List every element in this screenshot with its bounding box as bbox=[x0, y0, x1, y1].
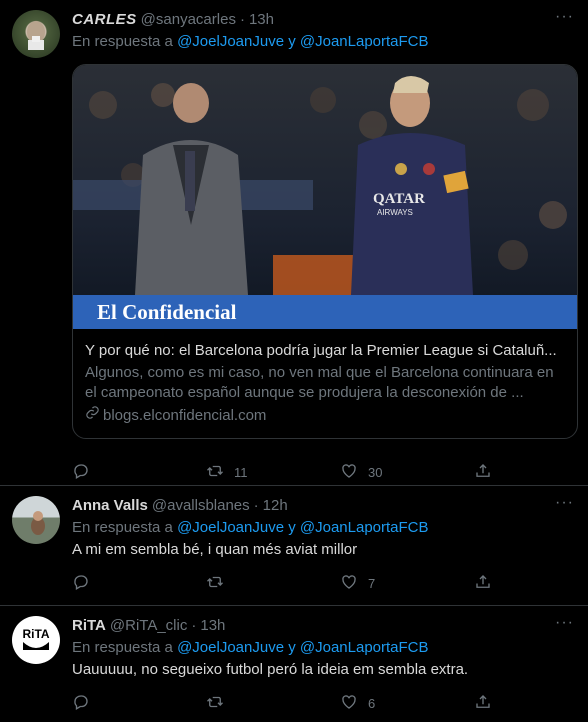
reply-icon bbox=[72, 573, 90, 594]
reply-button[interactable] bbox=[72, 462, 206, 483]
author-name[interactable]: Anna Valls bbox=[72, 496, 148, 516]
svg-text:AIRWAYS: AIRWAYS bbox=[377, 208, 413, 217]
reply-and: y bbox=[288, 519, 296, 536]
separator-dot: · bbox=[253, 497, 259, 514]
card-description: Algunos, como es mi caso, no ven mal que… bbox=[85, 364, 554, 401]
retweet-button[interactable] bbox=[206, 693, 340, 714]
reply-prefix: En respuesta a bbox=[72, 33, 173, 50]
more-icon[interactable]: ··· bbox=[555, 615, 574, 631]
card-title[interactable]: Y por qué no: el Barcelona podría jugar … bbox=[85, 341, 565, 361]
separator-dot: · bbox=[239, 11, 245, 28]
like-count: 7 bbox=[368, 575, 376, 591]
card-url[interactable]: blogs.elconfidencial.com bbox=[85, 405, 565, 426]
author-handle[interactable]: @avallsblanes bbox=[152, 496, 250, 516]
share-button[interactable] bbox=[474, 573, 492, 594]
mention-link[interactable]: @JoelJoanJuve bbox=[177, 519, 284, 536]
retweet-count: 11 bbox=[234, 464, 248, 480]
reply-button[interactable] bbox=[72, 693, 206, 714]
share-icon bbox=[474, 693, 492, 714]
sponsor-text: QATAR bbox=[373, 191, 425, 207]
reply-context: En respuesta a @JoelJoanJuve y @JoanLapo… bbox=[72, 518, 574, 538]
avatar[interactable] bbox=[12, 10, 60, 58]
reply-icon bbox=[72, 693, 90, 714]
reply-context: En respuesta a @JoelJoanJuve y @JoanLapo… bbox=[72, 638, 574, 658]
author-name[interactable]: RiTA bbox=[72, 616, 106, 636]
timestamp[interactable]: 12h bbox=[263, 496, 288, 516]
tweet-text: Uauuuuu, no segueixo futbol peró la idei… bbox=[72, 661, 469, 678]
avatar[interactable] bbox=[12, 496, 60, 544]
mention-link[interactable]: @JoelJoanJuve bbox=[177, 639, 284, 656]
reply-and: y bbox=[288, 639, 296, 656]
author-handle[interactable]: @RiTA_clic bbox=[110, 616, 187, 636]
tweet-text: A mi em sembla bé, i quan més aviat mill… bbox=[72, 541, 358, 558]
like-icon bbox=[340, 462, 358, 483]
reply-and: y bbox=[288, 33, 296, 50]
tweet-actions: 7 bbox=[72, 564, 574, 602]
tweet[interactable]: RiTA RiTA @RiTA_clic · 13h En respuesta … bbox=[0, 606, 588, 722]
mention-link[interactable]: @JoanLaportaFCB bbox=[300, 33, 429, 50]
like-icon bbox=[340, 693, 358, 714]
timestamp[interactable]: 13h bbox=[200, 616, 225, 636]
share-button[interactable] bbox=[474, 462, 492, 483]
reply-prefix: En respuesta a bbox=[72, 639, 173, 656]
card-image[interactable]: QATAR AIRWAYS El Confidencial bbox=[73, 65, 577, 329]
author-handle[interactable]: @sanyacarles bbox=[141, 10, 236, 30]
more-icon[interactable]: ··· bbox=[555, 9, 574, 25]
timestamp[interactable]: 13h bbox=[249, 10, 274, 30]
retweet-button[interactable] bbox=[206, 573, 340, 594]
tweet-actions: 6 bbox=[72, 684, 574, 722]
like-button[interactable]: 30 bbox=[340, 462, 474, 483]
retweet-button[interactable]: 11 bbox=[206, 462, 340, 483]
like-count: 6 bbox=[368, 695, 376, 711]
mention-link[interactable]: @JoelJoanJuve bbox=[177, 33, 284, 50]
like-button[interactable]: 7 bbox=[340, 573, 474, 594]
card-image-caption: El Confidencial bbox=[97, 300, 237, 324]
separator-dot: · bbox=[191, 617, 197, 634]
mention-link[interactable]: @JoanLaportaFCB bbox=[300, 519, 429, 536]
reply-button[interactable] bbox=[72, 573, 206, 594]
like-icon bbox=[340, 573, 358, 594]
tweet[interactable]: Anna Valls @avallsblanes · 12h En respue… bbox=[0, 486, 588, 606]
retweet-icon bbox=[206, 693, 224, 714]
share-icon bbox=[474, 462, 492, 483]
retweet-icon bbox=[206, 462, 224, 483]
reply-icon bbox=[72, 462, 90, 483]
share-button[interactable] bbox=[474, 693, 492, 714]
tweet[interactable]: CARLES @sanyacarles · 13h En respuesta a… bbox=[0, 0, 588, 486]
link-card[interactable]: QATAR AIRWAYS El Confidencial Y por qué … bbox=[72, 64, 578, 439]
mention-link[interactable]: @JoanLaportaFCB bbox=[300, 639, 429, 656]
reply-context: En respuesta a @JoelJoanJuve y @JoanLapo… bbox=[72, 32, 574, 52]
retweet-icon bbox=[206, 573, 224, 594]
like-button[interactable]: 6 bbox=[340, 693, 474, 714]
card-url-text: blogs.elconfidencial.com bbox=[103, 406, 267, 424]
like-count: 30 bbox=[368, 464, 383, 480]
more-icon[interactable]: ··· bbox=[555, 495, 574, 511]
author-name[interactable]: CARLES bbox=[72, 10, 137, 30]
avatar[interactable]: RiTA bbox=[12, 616, 60, 664]
link-icon bbox=[85, 405, 100, 426]
share-icon bbox=[474, 573, 492, 594]
reply-prefix: En respuesta a bbox=[72, 519, 173, 536]
avatar-logo-text: RiTA bbox=[22, 627, 50, 641]
